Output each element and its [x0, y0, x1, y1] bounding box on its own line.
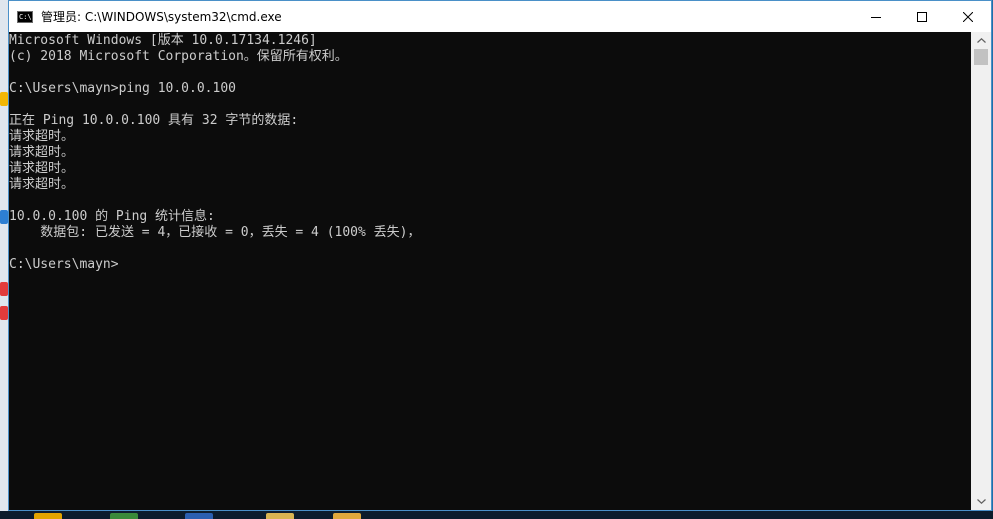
taskbar-app-icon[interactable] — [110, 513, 138, 519]
console-prompt-line[interactable]: C:\Users\mayn> — [9, 257, 971, 273]
desktop-icon[interactable] — [0, 92, 8, 106]
taskbar-app-icon[interactable] — [34, 513, 62, 519]
desktop-icon[interactable] — [0, 210, 8, 224]
close-button[interactable] — [945, 1, 991, 32]
minimize-icon — [871, 16, 881, 18]
scroll-up-icon — [976, 38, 986, 43]
maximize-button[interactable] — [899, 1, 945, 32]
taskbar-app-icon[interactable] — [333, 513, 361, 519]
cmd-app-icon-text: C:\ — [19, 12, 32, 21]
desktop-background — [0, 0, 8, 519]
console-line: 10.0.0.100 的 Ping 统计信息: — [9, 209, 215, 224]
taskbar — [0, 511, 993, 519]
scrollbar-thumb[interactable] — [974, 49, 988, 65]
console-line: 数据包: 已发送 = 4，已接收 = 0，丢失 = 4 (100% 丢失)， — [9, 225, 421, 240]
vertical-scrollbar[interactable] — [971, 32, 991, 510]
scroll-down-arrow[interactable] — [971, 493, 991, 510]
taskbar-app-icon[interactable] — [185, 513, 213, 519]
desktop-icon[interactable] — [0, 282, 8, 296]
title-bar[interactable]: C:\ 管理员: C:\WINDOWS\system32\cmd.exe — [9, 1, 991, 32]
window-controls — [853, 1, 991, 32]
console-line: 请求超时。 — [9, 177, 75, 192]
console-line: C:\Users\mayn>ping 10.0.0.100 — [9, 81, 236, 96]
scroll-down-icon — [976, 499, 986, 504]
window-title: 管理员: C:\WINDOWS\system32\cmd.exe — [41, 10, 282, 24]
cmd-window[interactable]: C:\ 管理员: C:\WINDOWS\system32\cmd.exe Mic… — [8, 0, 992, 511]
close-icon — [963, 11, 973, 22]
minimize-button[interactable] — [853, 1, 899, 32]
console-line: 正在 Ping 10.0.0.100 具有 32 字节的数据: — [9, 113, 299, 128]
cmd-app-icon[interactable]: C:\ — [17, 10, 33, 23]
console-line: 请求超时。 — [9, 161, 75, 176]
console-prompt: C:\Users\mayn> — [9, 257, 119, 272]
taskbar-app-icon[interactable] — [266, 513, 294, 519]
desktop-icon[interactable] — [0, 306, 8, 320]
scroll-up-arrow[interactable] — [971, 32, 991, 49]
console-line: 请求超时。 — [9, 145, 75, 160]
console-line: Microsoft Windows [版本 10.0.17134.1246] — [9, 33, 317, 48]
console-line: (c) 2018 Microsoft Corporation。保留所有权利。 — [9, 49, 348, 64]
maximize-icon — [917, 11, 927, 22]
console-line: 请求超时。 — [9, 129, 75, 144]
console-output[interactable]: Microsoft Windows [版本 10.0.17134.1246] (… — [9, 32, 971, 510]
